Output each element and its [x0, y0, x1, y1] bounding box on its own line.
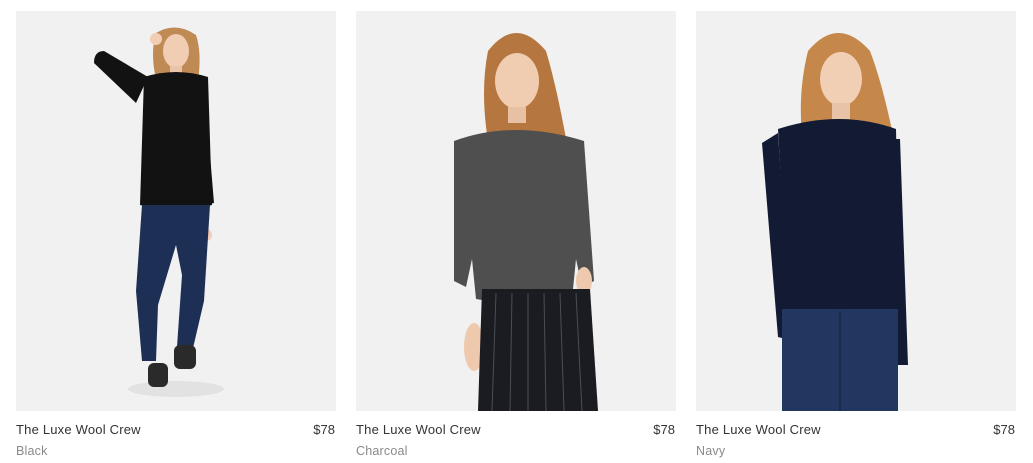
product-image-navy[interactable] [696, 11, 1016, 411]
product-card-black[interactable]: The Luxe Wool Crew $78 Black [16, 11, 336, 458]
product-color-name: Charcoal [356, 444, 408, 458]
product-photo-black [94, 27, 224, 397]
product-name[interactable]: The Luxe Wool Crew [16, 422, 141, 437]
product-info: The Luxe Wool Crew $78 Black [16, 411, 336, 458]
product-price: $78 [993, 422, 1015, 437]
product-grid: The Luxe Wool Crew $78 Black The Luxe Wo… [0, 0, 1033, 463]
product-image-charcoal[interactable] [356, 11, 676, 411]
product-price: $78 [653, 422, 675, 437]
product-photo-charcoal [454, 33, 598, 411]
product-photo-navy [762, 33, 908, 411]
product-image-black[interactable] [16, 11, 336, 411]
product-info: The Luxe Wool Crew $78 Charcoal [356, 411, 676, 458]
product-name[interactable]: The Luxe Wool Crew [356, 422, 481, 437]
product-card-navy[interactable]: The Luxe Wool Crew $78 Navy [696, 11, 1016, 458]
product-color-name: Navy [696, 444, 726, 458]
product-card-charcoal[interactable]: The Luxe Wool Crew $78 Charcoal [356, 11, 676, 458]
product-color-name: Black [16, 444, 48, 458]
product-price: $78 [313, 422, 335, 437]
product-info: The Luxe Wool Crew $78 Navy [696, 411, 1016, 458]
product-name[interactable]: The Luxe Wool Crew [696, 422, 821, 437]
